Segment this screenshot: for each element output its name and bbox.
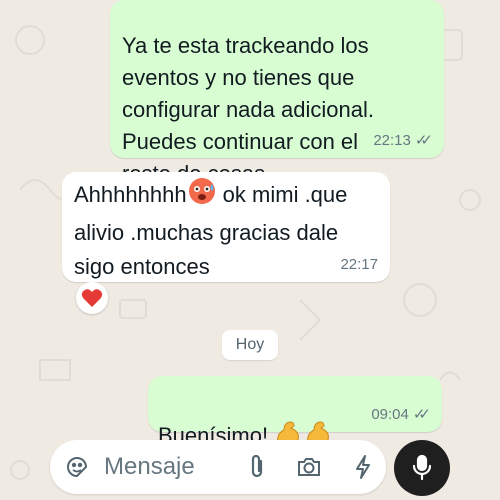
- read-receipt-icon: ✓✓: [412, 406, 431, 423]
- heart-reaction[interactable]: [76, 282, 108, 314]
- mic-icon: [412, 454, 432, 481]
- read-receipt-icon: ✓✓: [414, 132, 433, 149]
- message-meta: 09:04 ✓✓: [371, 406, 431, 424]
- message-composer[interactable]: Mensaje: [50, 440, 386, 494]
- message-bubble-outgoing[interactable]: Ya te esta trackeando los eventos y no t…: [110, 0, 444, 251]
- sticker-icon[interactable]: [64, 454, 90, 480]
- day-separator: Hoy: [222, 330, 278, 360]
- message-time: 22:17: [340, 256, 378, 273]
- message-meta: 22:13 ✓✓: [373, 132, 433, 150]
- hot-face-emoji-icon: [187, 176, 217, 216]
- message-meta: 22:17: [340, 256, 378, 274]
- red-heart-icon: [81, 289, 103, 307]
- lightning-icon[interactable]: [350, 454, 376, 480]
- message-text: Ahhhhhhhh ok mimi .que alivio .muchas gr…: [74, 176, 386, 284]
- attach-icon[interactable]: [244, 454, 270, 480]
- message-bubble-incoming[interactable]: Ahhhhhhhh ok mimi .que alivio .muchas gr…: [62, 172, 390, 282]
- message-time: 09:04: [371, 406, 409, 423]
- mic-button[interactable]: [394, 440, 450, 496]
- message-input[interactable]: Mensaje: [104, 452, 195, 482]
- message-time: 22:13: [373, 132, 411, 149]
- camera-icon[interactable]: [296, 454, 322, 480]
- message-bubble-outgoing[interactable]: Buenísimo! 09:04 ✓✓: [148, 376, 442, 448]
